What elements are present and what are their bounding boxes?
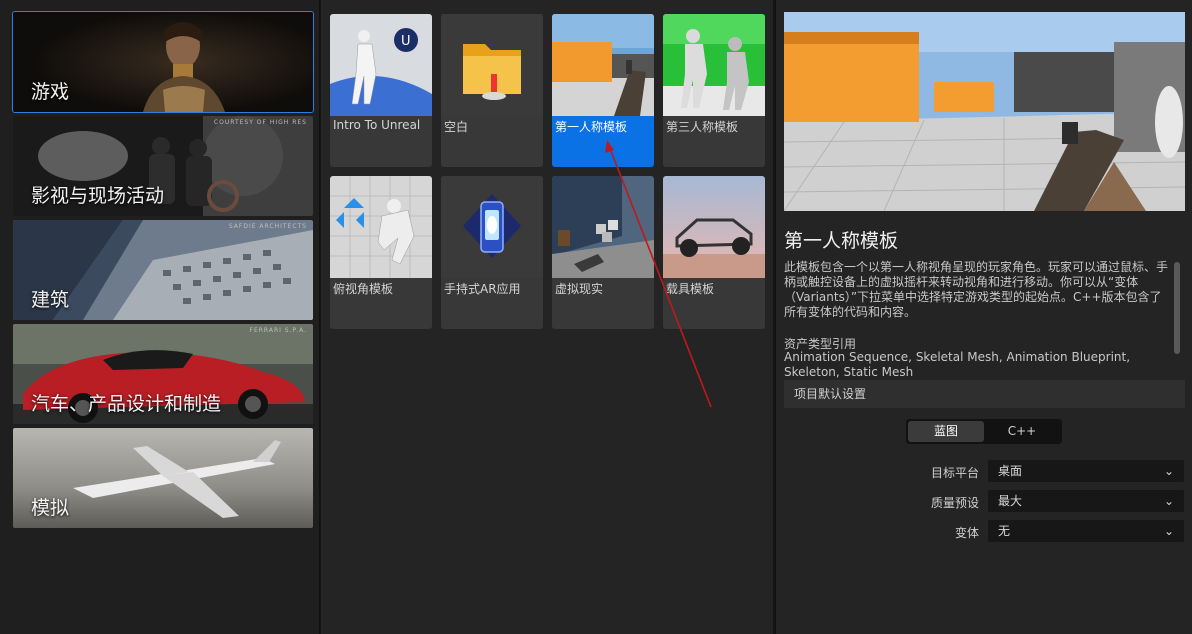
- category-automotive[interactable]: FERRARI S.P.A. 汽车、产品设计和制造: [13, 324, 313, 424]
- target-platform-dropdown[interactable]: 桌面 ⌄: [988, 460, 1184, 482]
- variant-value: 无: [998, 524, 1011, 538]
- category-label: 汽车、产品设计和制造: [31, 393, 222, 415]
- template-label: 手持式AR应用: [444, 282, 521, 296]
- language-toggle: 蓝图 C++: [906, 419, 1062, 444]
- template-thumbnail: [441, 14, 543, 116]
- svg-text:U: U: [401, 34, 411, 49]
- template-thumbnail: [552, 14, 654, 116]
- template-intro-to-unreal[interactable]: U Intro To Unreal: [330, 14, 432, 167]
- template-grid: U Intro To Unreal 空白 第一人称模板 第三人称模板 俯视角模板…: [321, 0, 773, 634]
- template-first-person[interactable]: 第一人称模板: [552, 14, 654, 167]
- category-credit: FERRARI S.P.A.: [249, 327, 307, 334]
- template-preview-image: [784, 12, 1185, 211]
- template-virtual-reality[interactable]: 虚拟现实: [552, 176, 654, 329]
- template-thumbnail: [663, 14, 765, 116]
- template-label: 载具模板: [666, 282, 715, 296]
- category-credit: COURTESY OF HIGH RES: [213, 119, 307, 126]
- chevron-down-icon: ⌄: [1163, 494, 1174, 508]
- chevron-down-icon: ⌄: [1163, 524, 1174, 538]
- target-platform-value: 桌面: [998, 464, 1023, 478]
- template-thumbnail: U: [330, 14, 432, 116]
- template-label: 第三人称模板: [666, 120, 739, 134]
- category-panel: 游戏 COURTESY OF HIGH RES 影视与现场活动 SAFDIE A…: [0, 0, 320, 634]
- variant-dropdown[interactable]: 无 ⌄: [988, 520, 1184, 542]
- category-film-live-events[interactable]: COURTESY OF HIGH RES 影视与现场活动: [13, 116, 313, 216]
- template-handheld-ar[interactable]: 手持式AR应用: [441, 176, 543, 329]
- template-label: 虚拟现实: [555, 282, 604, 296]
- template-vehicle[interactable]: 载具模板: [663, 176, 765, 329]
- template-title: 第一人称模板: [784, 230, 899, 252]
- category-label: 建筑: [31, 289, 70, 311]
- category-label: 游戏: [31, 81, 70, 103]
- template-label: 第一人称模板: [555, 120, 628, 134]
- template-thumbnail: [441, 176, 543, 278]
- template-thumbnail: [330, 176, 432, 278]
- variant-label: 变体: [954, 526, 979, 540]
- template-thumbnail: [552, 176, 654, 278]
- target-platform-label: 目标平台: [930, 466, 979, 480]
- category-games[interactable]: 游戏: [12, 11, 314, 113]
- cpp-toggle-button[interactable]: C++: [984, 421, 1060, 442]
- template-blank[interactable]: 空白: [441, 14, 543, 167]
- category-label: 影视与现场活动: [31, 185, 165, 207]
- category-label: 模拟: [31, 497, 70, 519]
- category-architecture[interactable]: SAFDIE ARCHITECTS 建筑: [13, 220, 313, 320]
- template-label: 空白: [444, 120, 469, 134]
- category-credit: SAFDIE ARCHITECTS: [228, 223, 307, 230]
- template-label: Intro To Unreal: [333, 118, 421, 132]
- quality-preset-value: 最大: [998, 494, 1023, 508]
- project-defaults-header: 项目默认设置: [784, 380, 1185, 408]
- category-simulation[interactable]: 模拟: [13, 428, 313, 528]
- template-label: 俯视角模板: [333, 282, 394, 296]
- template-description: 此模板包含一个以第一人称视角呈现的玩家角色。玩家可以通过鼠标、手柄或触控设备上的…: [784, 260, 1169, 319]
- template-details-panel: 第一人称模板 此模板包含一个以第一人称视角呈现的玩家角色。玩家可以通过鼠标、手柄…: [775, 0, 1192, 634]
- quality-preset-dropdown[interactable]: 最大 ⌄: [988, 490, 1184, 512]
- quality-preset-label: 质量预设: [930, 496, 979, 510]
- description-scrollbar[interactable]: [1174, 262, 1180, 354]
- asset-types-list: Animation Sequence, Skeletal Mesh, Anima…: [784, 350, 1131, 378]
- chevron-down-icon: ⌄: [1163, 464, 1174, 478]
- template-third-person[interactable]: 第三人称模板: [663, 14, 765, 167]
- template-thumbnail: [663, 176, 765, 278]
- blueprint-toggle-button[interactable]: 蓝图: [908, 421, 984, 442]
- template-top-down[interactable]: 俯视角模板: [330, 176, 432, 329]
